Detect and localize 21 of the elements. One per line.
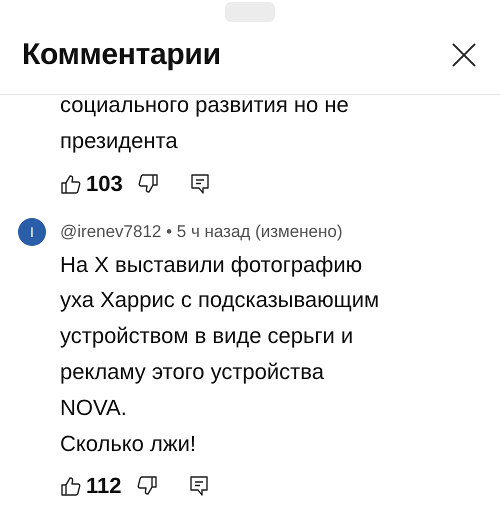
- like-count: 112: [86, 473, 122, 500]
- dislike-button[interactable]: [136, 172, 159, 195]
- like-count: 103: [86, 170, 123, 197]
- reply-button[interactable]: [190, 174, 209, 194]
- thumbs-up-icon: [60, 475, 82, 498]
- dislike-button[interactable]: [136, 475, 158, 498]
- reply-button[interactable]: [190, 476, 208, 496]
- close-button[interactable]: [450, 41, 478, 69]
- comment-text: социального развития но не президента: [60, 91, 350, 155]
- comment-meta: @irenev7812 • 5 ч назад (изменено): [60, 220, 344, 243]
- sheet-title: Комментарии: [22, 38, 221, 72]
- thumbs-down-icon: [136, 172, 159, 195]
- close-icon: [450, 41, 478, 69]
- reply-icon: [190, 174, 209, 194]
- comment-text: На X выставили фотографию уха Харрис с подсказывающим устройством в виде серьги и рекламу этого устройства NOVA. Сколько лжи!: [60, 250, 380, 458]
- reply-icon: [190, 476, 208, 496]
- like-button[interactable]: [60, 172, 82, 195]
- like-button[interactable]: [60, 475, 82, 498]
- avatar[interactable]: I: [18, 218, 46, 246]
- thumbs-up-icon: [60, 172, 82, 195]
- thumbs-down-icon: [136, 475, 158, 498]
